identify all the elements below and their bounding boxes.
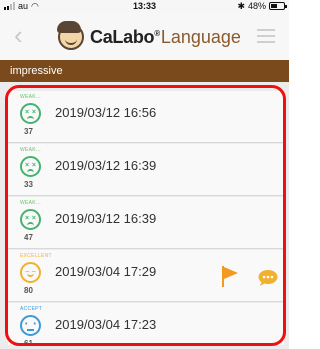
- calabo-mascot-icon: [57, 21, 84, 50]
- app-logo: CaLabo® Language: [57, 21, 241, 50]
- chevron-left-icon: ‹: [14, 20, 23, 50]
- brand-text: CaLabo: [90, 26, 155, 47]
- status-bar: au ◠ 13:33 ✱ 48%: [0, 0, 289, 12]
- hamburger-line: [257, 41, 275, 43]
- bluetooth-icon: ✱: [237, 1, 245, 11]
- hamburger-line: [257, 35, 275, 37]
- brand-name: CaLabo®: [90, 27, 160, 48]
- registered-mark: ®: [154, 28, 160, 38]
- hamburger-line: [257, 29, 275, 31]
- highlight-frame: [5, 85, 286, 346]
- section-title: impressive: [0, 60, 289, 82]
- battery-icon: [269, 2, 287, 10]
- app-header: ‹ CaLabo® Language: [0, 12, 289, 60]
- menu-button[interactable]: [257, 29, 275, 43]
- status-right: ✱ 48%: [237, 0, 287, 12]
- back-button[interactable]: ‹: [14, 22, 34, 48]
- product-name: Language: [160, 26, 241, 47]
- battery-percent: 48%: [247, 1, 266, 11]
